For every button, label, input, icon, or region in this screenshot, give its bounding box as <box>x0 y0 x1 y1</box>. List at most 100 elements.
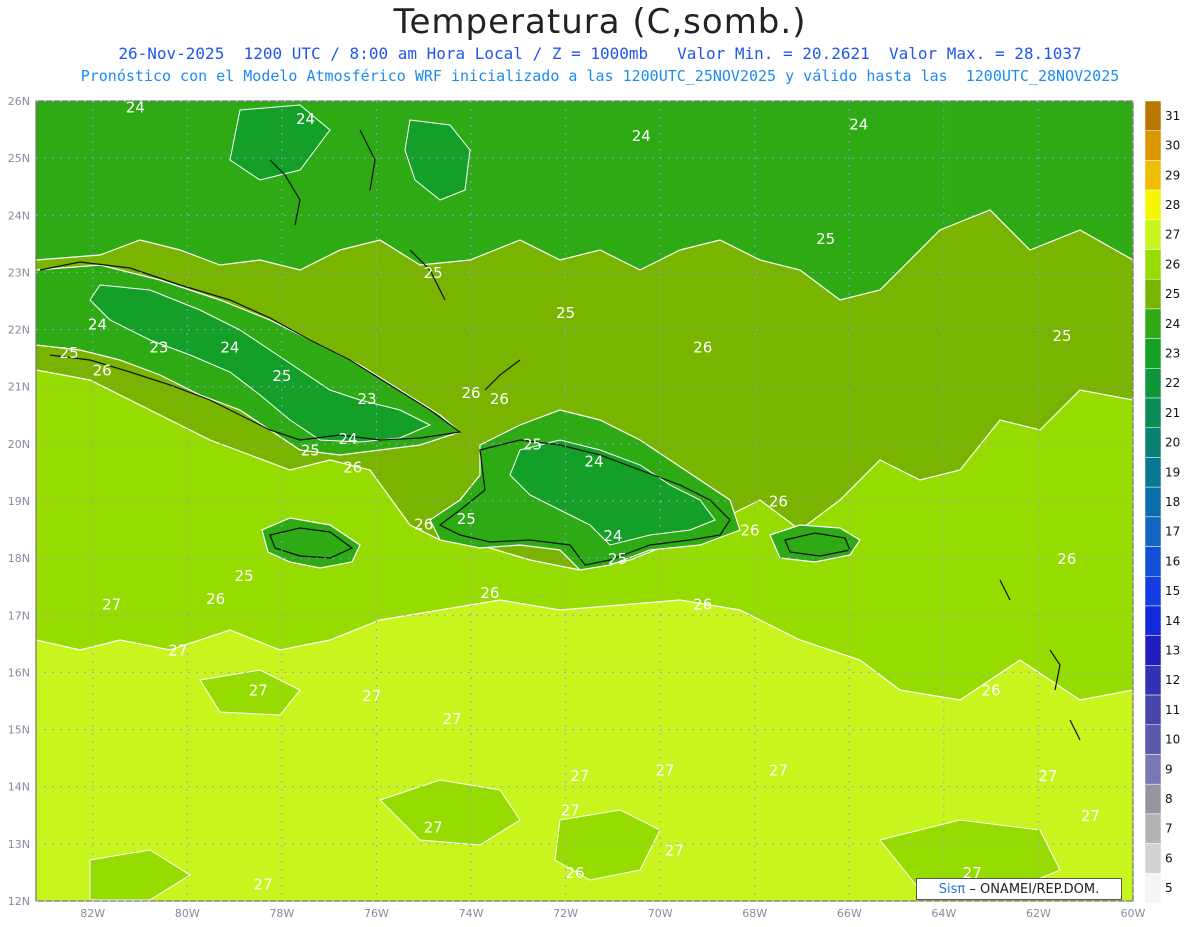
contour-label: 27 <box>665 841 684 859</box>
colorbar-label: 7 <box>1165 822 1173 836</box>
contour-label: 24 <box>632 127 651 145</box>
contour-label: 26 <box>769 493 788 511</box>
colorbar-label: 28 <box>1165 198 1180 212</box>
colorbar-swatch <box>1144 457 1162 488</box>
colorbar-label: 22 <box>1165 376 1180 390</box>
contour-label: 24 <box>603 527 622 545</box>
contour-label: 27 <box>168 641 187 659</box>
contour-label: 26 <box>414 516 433 534</box>
lon-label: 60W <box>1121 907 1146 920</box>
contour-label: 27 <box>249 681 268 699</box>
colorbar-swatch <box>1144 130 1162 161</box>
contour-label: 25 <box>60 344 79 362</box>
colorbar-label: 26 <box>1165 257 1180 271</box>
contour-label: 24 <box>126 98 145 116</box>
contour-label: 24 <box>849 116 868 134</box>
colorbar-swatch <box>1144 486 1162 518</box>
lon-label: 62W <box>1026 907 1051 920</box>
contour-label: 25 <box>457 510 476 528</box>
colorbar-swatch <box>1144 160 1162 191</box>
colorbar-label: 31 <box>1165 109 1180 123</box>
colorbar-swatch <box>1144 694 1162 726</box>
contour-label: 24 <box>88 316 107 334</box>
contour-label: 27 <box>570 767 589 785</box>
lon-label: 68W <box>742 907 767 920</box>
contour-label: 26 <box>693 338 712 356</box>
colorbar-label: 14 <box>1165 614 1180 628</box>
lat-label: 17N <box>8 609 30 622</box>
contour-label: 27 <box>443 710 462 728</box>
lon-label: 78W <box>269 907 294 920</box>
colorbar-swatch <box>1144 813 1162 844</box>
contour-label: 25 <box>424 264 443 282</box>
contour-label: 25 <box>301 441 320 459</box>
contour-label: 27 <box>362 687 381 705</box>
contour-label: 26 <box>982 681 1001 699</box>
colorbar-swatch <box>1144 338 1162 369</box>
lon-label: 76W <box>364 907 389 920</box>
latitude-labels: 26N 25N 24N 23N 22N 21N 20N 19N 18N 17N 16N 15N 14N 1… <box>8 95 30 908</box>
contour-label: 25 <box>816 230 835 248</box>
contour-label: 26 <box>93 361 112 379</box>
lat-label: 14N <box>8 781 30 794</box>
contour-label: 27 <box>102 596 121 614</box>
colorbar-label: 27 <box>1165 228 1180 242</box>
colorbar-swatch <box>1144 427 1162 458</box>
contour-label: 26 <box>740 521 759 539</box>
lat-label: 25N <box>8 152 30 165</box>
lat-label: 21N <box>8 381 30 394</box>
contour-label: 24 <box>296 110 315 128</box>
contour-label: 27 <box>561 801 580 819</box>
temperature-map: 26N 25N 24N 23N 22N 21N 20N 19N 18N 17N 16N 15N 14N 1… <box>8 95 1181 920</box>
colorbar-label: 23 <box>1165 346 1180 360</box>
lon-label: 64W <box>931 907 956 920</box>
lat-label: 26N <box>8 95 30 108</box>
onamet-logo: Sisπ – ONAMEI/REP.DOM. <box>916 878 1122 900</box>
lat-label: 24N <box>8 209 30 222</box>
contour-label: 25 <box>235 567 254 585</box>
lat-label: 13N <box>8 838 30 851</box>
lat-label: 16N <box>8 666 30 679</box>
colorbar-swatch <box>1144 219 1162 250</box>
longitude-labels: 82W 80W 78W 76W 74W 72W 70W 68W 66W 64W 62W 60W <box>80 907 1145 920</box>
contour-label: 25 <box>272 367 291 385</box>
contour-label: 27 <box>253 876 272 894</box>
contour-label: 23 <box>149 338 168 356</box>
colorbar-label: 19 <box>1165 465 1180 479</box>
contour-label: 26 <box>206 590 225 608</box>
contour-label: 27 <box>424 818 443 836</box>
contour-label: 25 <box>608 550 627 568</box>
contour-label: 26 <box>1057 550 1076 568</box>
contour-label: 25 <box>1053 327 1072 345</box>
colorbar-label: 24 <box>1165 317 1180 331</box>
lat-label: 19N <box>8 495 30 508</box>
colorbar-label: 30 <box>1165 139 1180 153</box>
colorbar-label: 20 <box>1165 436 1180 450</box>
lat-label: 12N <box>8 895 30 908</box>
colorbar-swatch <box>1144 546 1162 577</box>
contour-label: 26 <box>461 384 480 402</box>
colorbar-swatch <box>1144 368 1162 399</box>
lon-label: 80W <box>175 907 200 920</box>
colorbar-label: 12 <box>1165 673 1180 687</box>
colorbar-label: 21 <box>1165 406 1180 420</box>
colorbar-label: 13 <box>1165 644 1180 658</box>
contour-label: 27 <box>1038 767 1057 785</box>
contour-label: 25 <box>556 304 575 322</box>
colorbar-swatch <box>1144 100 1162 131</box>
colorbar-label: 10 <box>1165 733 1180 747</box>
contour-label: 25 <box>523 436 542 454</box>
colorbar-swatch <box>1144 189 1162 221</box>
contour-label: 24 <box>220 338 239 356</box>
contour-label: 26 <box>343 458 362 476</box>
contour-label: 24 <box>339 430 358 448</box>
contour-label: 26 <box>490 390 509 408</box>
colorbar-swatch <box>1144 397 1162 428</box>
colorbar-label: 29 <box>1165 168 1180 182</box>
lat-label: 22N <box>8 324 30 337</box>
lat-label: 15N <box>8 724 30 737</box>
lon-label: 74W <box>459 907 484 920</box>
colorbar-label: 25 <box>1165 287 1180 301</box>
colorbar-swatch <box>1144 754 1162 785</box>
colorbar-label: 15 <box>1165 584 1180 598</box>
